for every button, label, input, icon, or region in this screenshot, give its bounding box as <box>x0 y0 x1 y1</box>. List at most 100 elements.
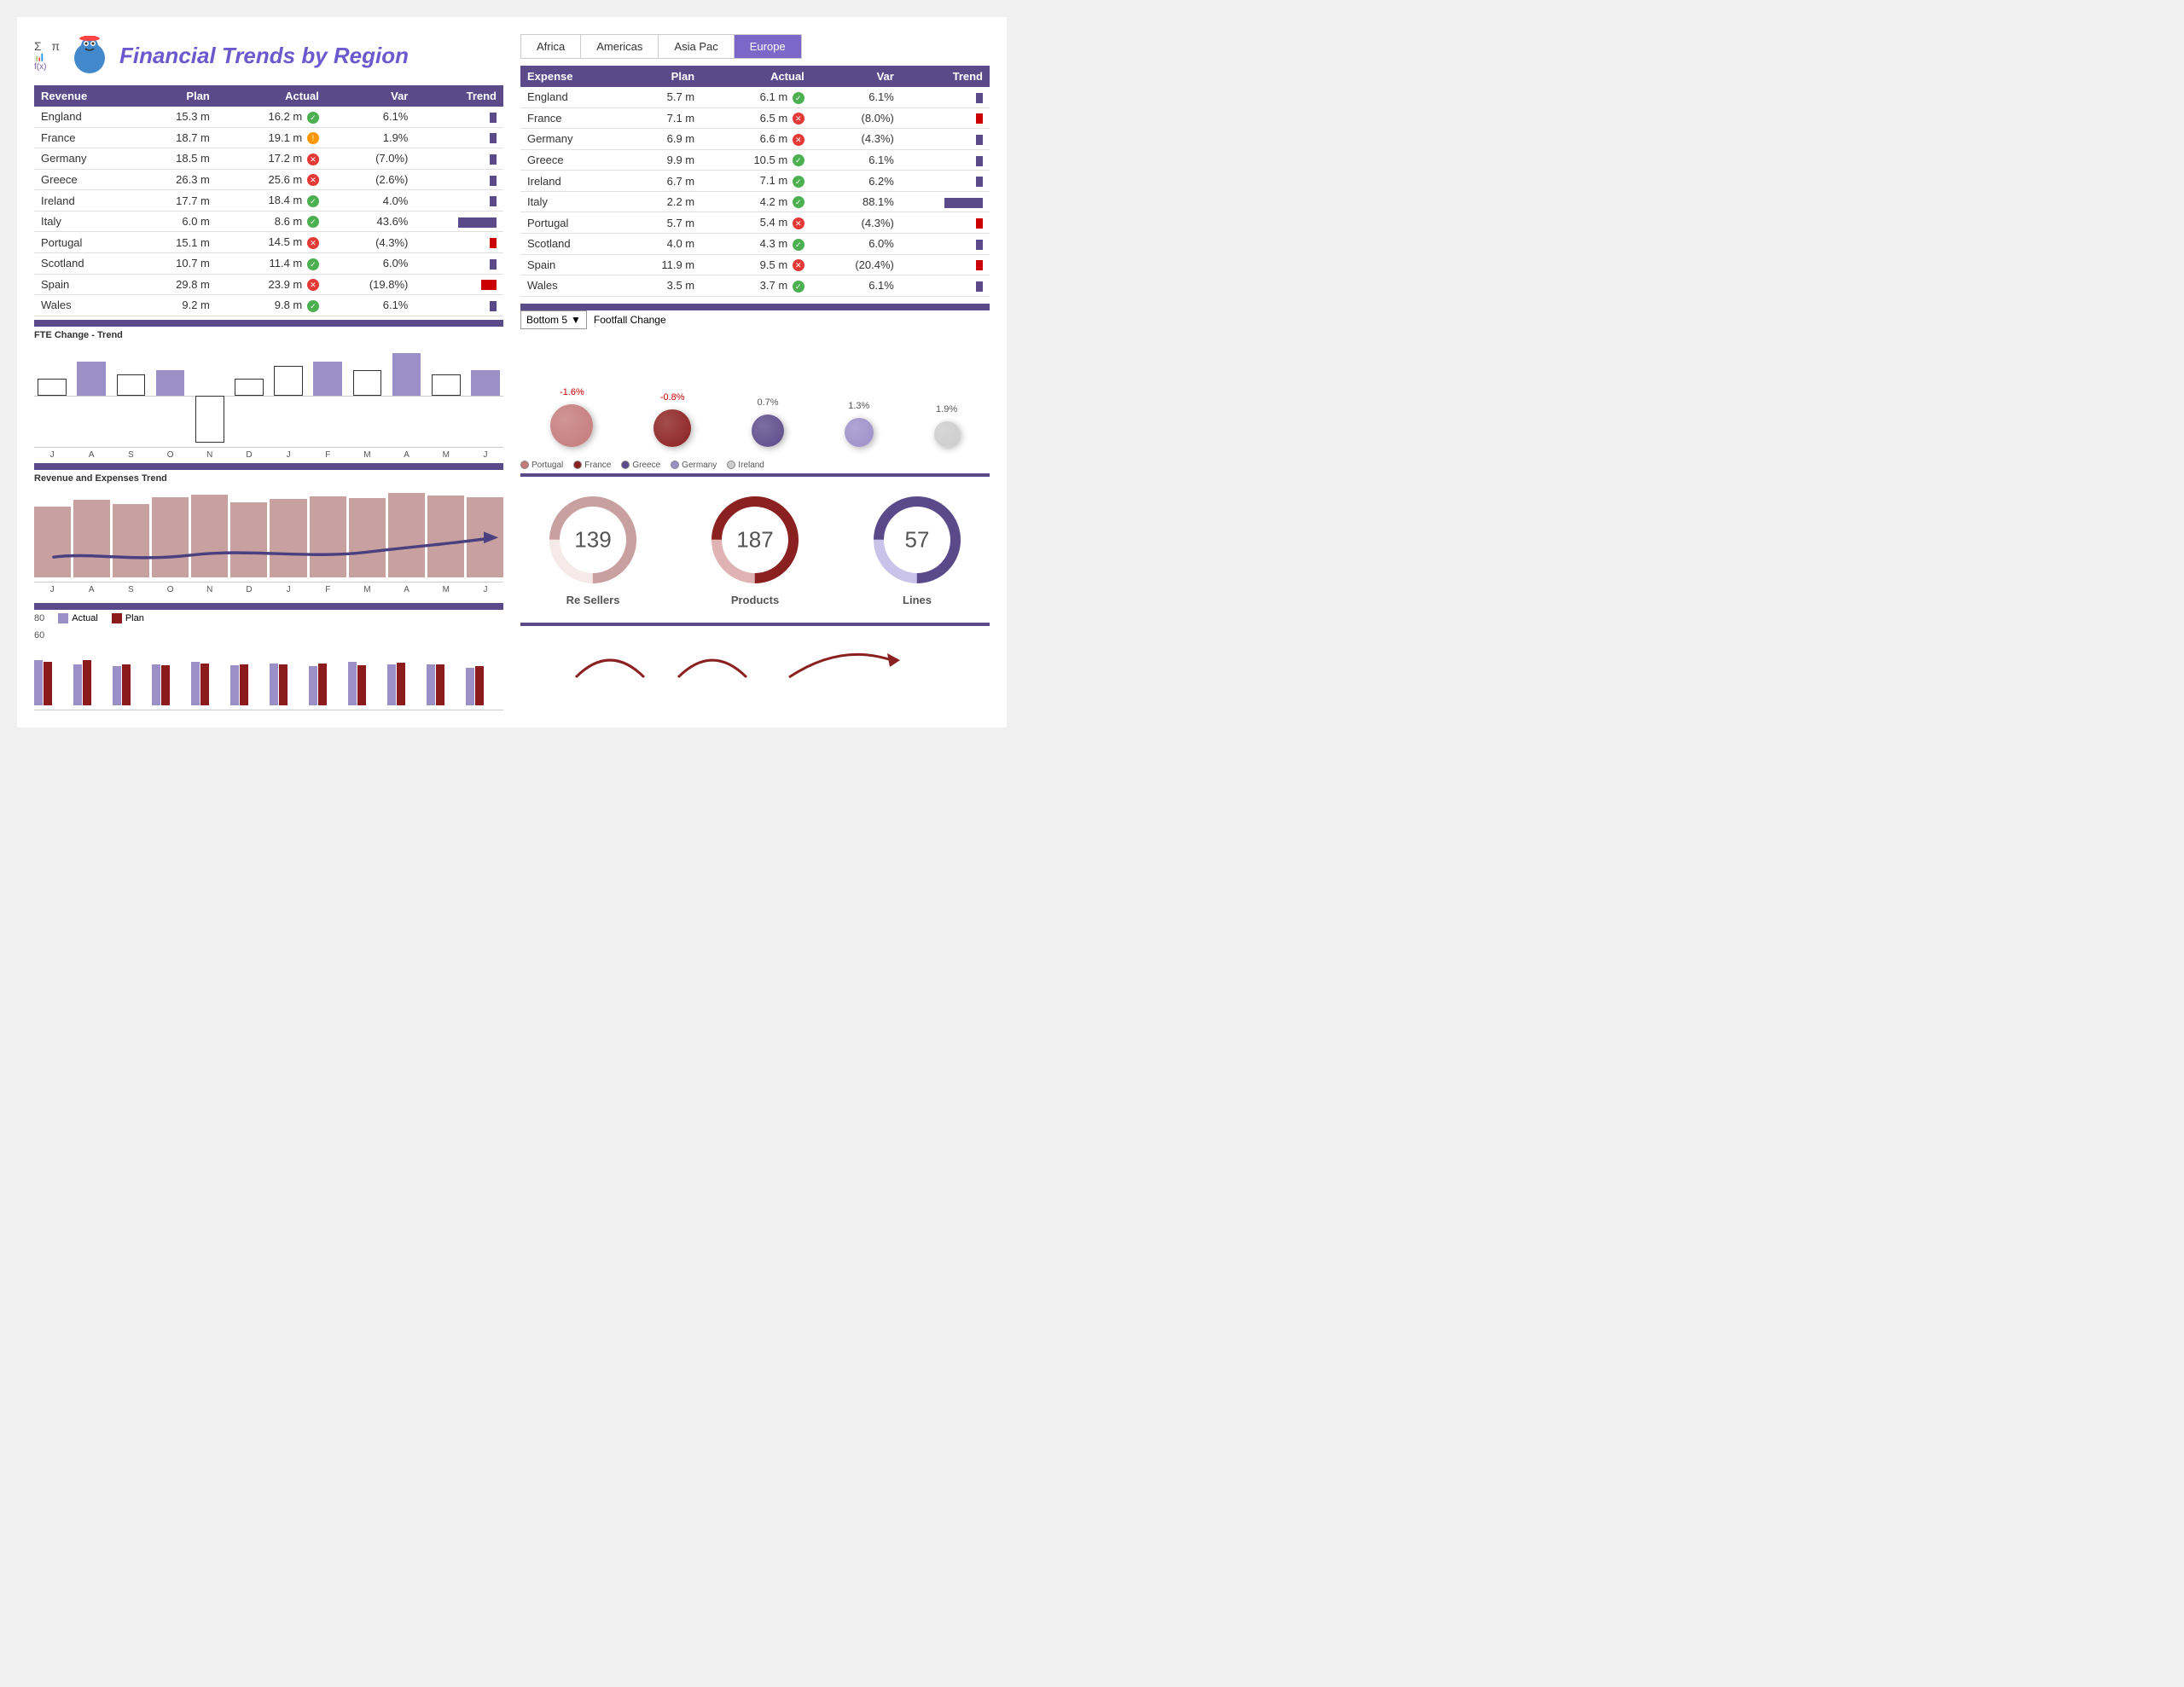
actual-bar <box>34 660 43 705</box>
var-cell: 6.1% <box>326 295 415 316</box>
plan-bar <box>318 664 327 705</box>
table-row: Portugal 15.1 m 14.5 m ✕ (4.3%) <box>34 232 503 253</box>
dropdown-label: Bottom 5 <box>526 314 567 326</box>
tab-africa[interactable]: Africa <box>521 35 581 58</box>
actual-bar <box>73 664 82 705</box>
country-cell: Italy <box>520 191 622 212</box>
footfall-pct: -0.8% <box>660 392 685 403</box>
rev-bar <box>73 500 110 577</box>
footfall-pct: 0.7% <box>757 397 778 408</box>
fte-bar-wrap <box>231 350 267 443</box>
x-icon: ✕ <box>793 113 804 125</box>
actual-cell: 9.5 m ✕ <box>701 254 811 275</box>
table-row: Portugal 5.7 m 5.4 m ✕ (4.3%) <box>520 212 990 234</box>
plan-cell: 10.7 m <box>136 252 217 274</box>
var-cell: (20.4%) <box>811 254 901 275</box>
table-row: Spain 11.9 m 9.5 m ✕ (20.4%) <box>520 254 990 275</box>
legend-item: Portugal <box>520 461 563 470</box>
actual-cell: 18.4 m ✓ <box>217 190 326 212</box>
var-cell: (4.3%) <box>326 232 415 253</box>
tab-asia-pac[interactable]: Asia Pac <box>659 35 734 58</box>
legend-plan: Plan <box>112 613 144 623</box>
donut-wrap: 57 <box>870 493 964 587</box>
bottom-divider <box>520 473 990 477</box>
footfall-divider <box>520 304 990 310</box>
country-cell: Ireland <box>34 190 136 212</box>
footfall-pct: 1.9% <box>936 404 957 415</box>
fte-bar-wrap <box>73 350 109 443</box>
check-icon: ✓ <box>793 154 804 166</box>
legend-item: Germany <box>671 461 717 470</box>
tab-americas[interactable]: Americas <box>581 35 659 58</box>
actual-cell: 6.1 m ✓ <box>701 87 811 107</box>
country-cell: Italy <box>34 211 136 232</box>
plan-cell: 6.9 m <box>622 129 702 150</box>
plan-cell: 9.2 m <box>136 295 217 316</box>
bar-group <box>309 664 346 705</box>
bar-group <box>73 660 111 705</box>
check-icon: ✓ <box>793 196 804 208</box>
rev-bar <box>427 496 464 577</box>
trend-bar-red <box>976 260 983 270</box>
plan-bar <box>436 664 444 704</box>
plan-bar <box>44 662 52 705</box>
bottom-chart-section: 80 Actual Plan 60 <box>34 603 503 710</box>
rev-bar <box>34 507 71 577</box>
trend-cell <box>901 149 990 171</box>
var-cell: 6.1% <box>326 107 415 127</box>
bottom-divider-2 <box>520 623 990 626</box>
bar-group <box>466 666 503 705</box>
var-cell: (2.6%) <box>326 169 415 190</box>
trend-bar-red <box>976 218 983 229</box>
actual-cell: 3.7 m ✓ <box>701 275 811 297</box>
check-icon: ✓ <box>307 112 319 124</box>
footfall-legend: PortugalFranceGreeceGermanyIreland <box>520 461 990 470</box>
var-cell: 6.2% <box>811 171 901 192</box>
warn-icon: ! <box>307 132 319 144</box>
actual-cell: 23.9 m ✕ <box>217 274 326 295</box>
fte-bar-wrap <box>428 350 464 443</box>
donut-label: Re Sellers <box>566 594 620 606</box>
fte-bar-wrap <box>113 350 148 443</box>
fte-bar-wrap <box>153 350 189 443</box>
month-label: M <box>428 450 464 460</box>
donut-label: Products <box>731 594 779 606</box>
legend-item: France <box>573 461 611 470</box>
table-row: Ireland 6.7 m 7.1 m ✓ 6.2% <box>520 171 990 192</box>
bottom5-dropdown[interactable]: Bottom 5 ▼ <box>520 310 587 329</box>
footfall-title: Footfall Change <box>594 314 666 326</box>
trend-cell <box>415 295 503 316</box>
fte-bar <box>353 370 382 396</box>
month-label: A <box>389 585 425 594</box>
donut-wrap: 187 <box>708 493 802 587</box>
var-cell: 43.6% <box>326 211 415 232</box>
x-icon: ✕ <box>307 174 319 186</box>
fte-bar <box>471 370 500 396</box>
trend-bar <box>976 177 983 187</box>
trend-bar <box>944 198 983 208</box>
month-label: J <box>468 585 503 594</box>
check-icon: ✓ <box>793 281 804 293</box>
actual-col-header: Actual <box>217 85 326 107</box>
fte-bar <box>195 396 224 443</box>
plan-cell: 17.7 m <box>136 190 217 212</box>
rev-bar <box>113 504 149 577</box>
fte-month-labels: JASONDJFMAMJ <box>34 450 503 460</box>
trend-bar <box>490 176 497 186</box>
revenue-col-header: Revenue <box>34 85 136 107</box>
country-cell: Scotland <box>520 233 622 254</box>
tab-europe[interactable]: Europe <box>735 35 801 58</box>
table-row: England 15.3 m 16.2 m ✓ 6.1% <box>34 107 503 127</box>
plan-cell: 3.5 m <box>622 275 702 297</box>
country-cell: Spain <box>34 274 136 295</box>
month-label: M <box>428 585 464 594</box>
fte-bar <box>77 362 106 396</box>
actual-bar <box>309 666 317 705</box>
country-cell: Ireland <box>520 171 622 192</box>
plan-cell: 29.8 m <box>136 274 217 295</box>
legend-actual: Actual <box>58 613 98 623</box>
country-cell: Portugal <box>520 212 622 234</box>
trend-bar <box>490 259 497 270</box>
dropdown-arrow-icon: ▼ <box>571 314 581 326</box>
region-tabs[interactable]: AfricaAmericasAsia PacEurope <box>520 34 802 59</box>
